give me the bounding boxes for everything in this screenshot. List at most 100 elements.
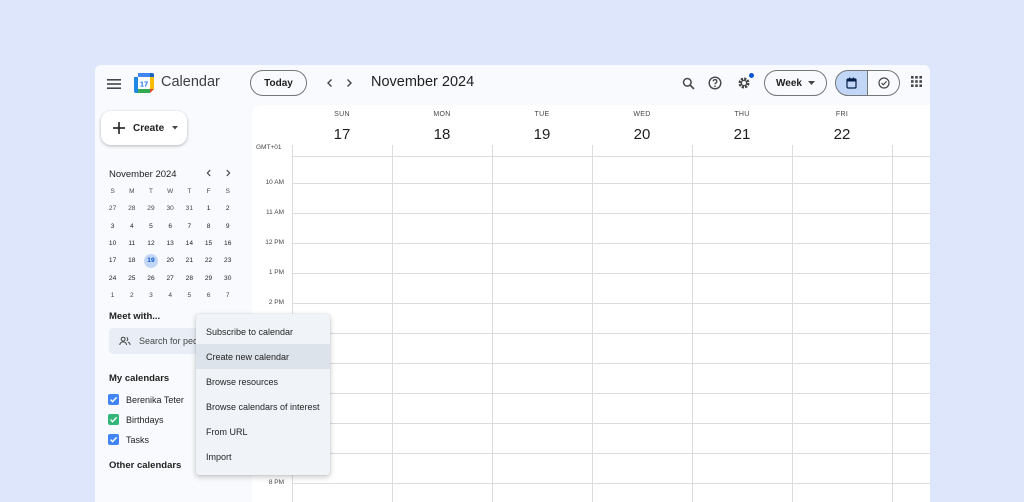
mini-calendar-day[interactable]: 15 <box>199 235 218 252</box>
menu-item-browse-resources[interactable]: Browse resources <box>196 369 330 394</box>
other-calendars-title: Other calendars <box>109 460 182 471</box>
mini-calendar-day[interactable]: 13 <box>161 235 180 252</box>
time-label: 1 PM <box>268 269 284 276</box>
mini-calendar-day[interactable]: 14 <box>180 235 199 252</box>
mini-calendar-day[interactable]: 11 <box>122 235 141 252</box>
mini-calendar-day[interactable]: 29 <box>199 269 218 286</box>
tasks-mode-toggle[interactable] <box>867 70 900 96</box>
menu-item-browse-calendars-of-interest[interactable]: Browse calendars of interest <box>196 394 330 419</box>
mini-calendar-day[interactable]: 26 <box>141 269 160 286</box>
mini-calendar-day[interactable]: 25 <box>122 269 141 286</box>
chevron-left-icon <box>206 169 211 177</box>
mini-calendar-day[interactable]: 4 <box>122 218 141 235</box>
main-menu-button[interactable] <box>103 73 125 95</box>
mini-calendar-day[interactable]: 29 <box>141 200 160 217</box>
mini-calendar-day[interactable]: 27 <box>103 200 122 217</box>
day-header-sun[interactable]: SUN 17 <box>292 111 392 143</box>
create-button[interactable]: Create <box>101 111 187 145</box>
mini-calendar-day[interactable]: 17 <box>103 252 122 269</box>
calendar-mode-toggle[interactable] <box>835 70 868 96</box>
hour-line <box>292 423 930 424</box>
menu-item-subscribe-to-calendar[interactable]: Subscribe to calendar <box>196 319 330 344</box>
calendar-item-birthdays[interactable]: Birthdays <box>108 414 164 425</box>
gear-icon <box>738 77 750 89</box>
mini-calendar-day[interactable]: 12 <box>141 235 160 252</box>
mini-calendar-day[interactable]: 23 <box>218 252 237 269</box>
mini-calendar-day[interactable]: 7 <box>180 218 199 235</box>
day-date[interactable]: 20 <box>592 126 692 143</box>
mini-calendar-day[interactable]: 2 <box>218 200 237 217</box>
day-date[interactable]: 19 <box>492 126 592 143</box>
checkbox-checked-icon[interactable] <box>108 434 119 445</box>
mini-calendar-day[interactable]: 9 <box>218 218 237 235</box>
mini-calendar-day[interactable]: 28 <box>122 200 141 217</box>
mini-calendar-next-button[interactable] <box>221 166 235 180</box>
day-header-thu[interactable]: THU 21 <box>692 111 792 143</box>
mini-calendar-day[interactable]: 8 <box>199 218 218 235</box>
mini-calendar-day[interactable]: 6 <box>199 287 218 304</box>
mini-calendar-day[interactable]: 30 <box>218 269 237 286</box>
day-header-wed[interactable]: WED 20 <box>592 111 692 143</box>
top-bar: 17 Calendar Today November 2024 Week <box>95 65 930 105</box>
mini-calendar-day[interactable]: 24 <box>103 269 122 286</box>
my-calendars-title: My calendars <box>109 373 170 384</box>
day-name: THU <box>734 111 750 118</box>
mini-calendar-day[interactable]: 2 <box>122 287 141 304</box>
create-button-label: Create <box>133 122 165 134</box>
mini-calendar-day[interactable]: 3 <box>141 287 160 304</box>
mini-calendar-day[interactable]: 31 <box>180 200 199 217</box>
day-date[interactable]: 22 <box>792 126 892 143</box>
day-header-tue[interactable]: TUE 19 <box>492 111 592 143</box>
menu-item-from-url[interactable]: From URL <box>196 419 330 444</box>
mini-calendar-weekday: T <box>187 188 192 196</box>
mini-calendar-day[interactable]: 5 <box>180 287 199 304</box>
mini-calendar-day[interactable]: 22 <box>199 252 218 269</box>
day-name: MON <box>433 111 451 118</box>
day-date[interactable]: 17 <box>292 126 392 143</box>
chevron-right-icon <box>226 169 231 177</box>
mini-calendar-day[interactable]: 27 <box>161 269 180 286</box>
svg-text:17: 17 <box>140 79 148 88</box>
mini-calendar-day[interactable]: 1 <box>103 287 122 304</box>
day-header-mon[interactable]: MON 18 <box>392 111 492 143</box>
mini-calendar-day[interactable]: 3 <box>103 218 122 235</box>
view-selector[interactable]: Week <box>764 70 827 96</box>
mini-calendar-day[interactable]: 7 <box>218 287 237 304</box>
calendar-item-berenika-teter[interactable]: Berenika Teter <box>108 394 184 405</box>
hour-line <box>292 243 930 244</box>
today-button[interactable]: Today <box>250 70 307 96</box>
day-date[interactable]: 18 <box>392 126 492 143</box>
day-name: FRI <box>835 111 849 118</box>
checkbox-checked-icon[interactable] <box>108 394 119 405</box>
add-calendar-menu: Subscribe to calendar Create new calendar… <box>196 314 330 475</box>
mini-calendar-day[interactable]: 18 <box>122 252 141 269</box>
next-period-button[interactable] <box>338 72 360 94</box>
checkbox-checked-icon[interactable] <box>108 414 119 425</box>
day-date[interactable]: 21 <box>692 126 792 143</box>
mini-calendar-day[interactable]: 28 <box>180 269 199 286</box>
time-label: 8 PM <box>268 479 284 486</box>
mini-calendar-day[interactable]: 21 <box>180 252 199 269</box>
hamburger-menu-icon <box>107 79 121 89</box>
mini-calendar-day[interactable]: 1 <box>199 200 218 217</box>
calendar-item-tasks[interactable]: Tasks <box>108 434 149 445</box>
time-label: 2 PM <box>268 299 284 306</box>
mini-calendar-today[interactable]: 19 <box>143 253 158 268</box>
mini-calendar-day[interactable]: 19 <box>141 252 160 269</box>
mini-calendar-day[interactable]: 5 <box>141 218 160 235</box>
mini-calendar-day[interactable]: 16 <box>218 235 237 252</box>
mini-calendar-prev-button[interactable] <box>202 166 216 180</box>
calendar-logo: 17 <box>133 72 155 94</box>
mini-calendar-day[interactable]: 10 <box>103 235 122 252</box>
menu-item-create-new-calendar[interactable]: Create new calendar <box>196 344 330 369</box>
day-column-divider <box>392 145 393 502</box>
search-button[interactable] <box>677 72 699 94</box>
mini-calendar-day[interactable]: 4 <box>161 287 180 304</box>
day-header-fri[interactable]: FRI 22 <box>792 111 892 143</box>
mini-calendar-day[interactable]: 30 <box>161 200 180 217</box>
mini-calendar-day[interactable]: 20 <box>161 252 180 269</box>
menu-item-import[interactable]: Import <box>196 444 330 469</box>
help-button[interactable] <box>704 72 726 94</box>
mini-calendar-day[interactable]: 6 <box>161 218 180 235</box>
google-apps-button[interactable] <box>909 74 923 88</box>
